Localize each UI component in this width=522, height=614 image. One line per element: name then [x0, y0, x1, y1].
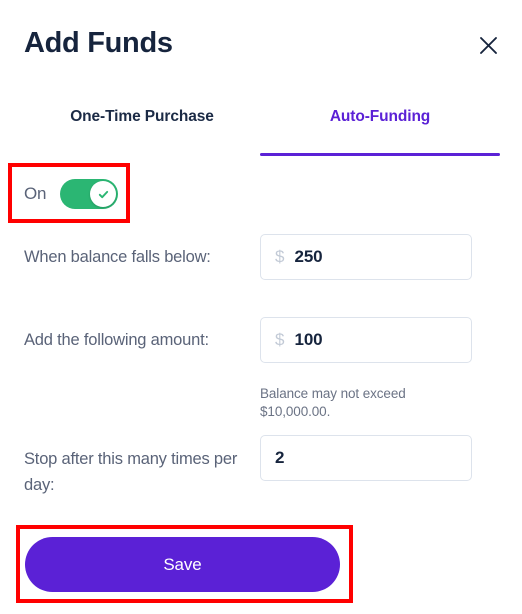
refill-amount-input[interactable]: $ 100 [260, 317, 472, 363]
toggle-knob [90, 181, 117, 207]
currency-symbol-icon: $ [275, 247, 285, 266]
currency-symbol-icon: $ [275, 330, 285, 349]
dialog-header: Add Funds [0, 0, 522, 88]
close-button[interactable] [472, 29, 504, 61]
balance-limit-helper-text: Balance may not exceed $10,000.00. [260, 386, 406, 419]
threshold-amount-value: 250 [294, 247, 323, 266]
label-add-the-following-amount: Add the following amount: [24, 331, 209, 349]
active-tab-indicator [260, 153, 500, 156]
label-stop-after-this-many-times-per-day: Stop after this many times per day: [24, 450, 238, 494]
label-when-balance-falls-below: When balance falls below: [24, 248, 211, 266]
tab-one-time-purchase[interactable]: One-Time Purchase [22, 108, 262, 154]
toggle-state-label: On [24, 184, 47, 203]
max-times-per-day-value: 2 [275, 448, 285, 467]
check-icon [97, 188, 110, 201]
close-icon [479, 36, 498, 55]
threshold-amount-input[interactable]: $ 250 [260, 234, 472, 280]
page-title: Add Funds [24, 27, 173, 59]
auto-funding-toggle-row: On [24, 178, 119, 210]
tab-auto-funding[interactable]: Auto-Funding [260, 108, 500, 154]
tab-bar: One-Time Purchase Auto-Funding [0, 108, 522, 156]
auto-funding-toggle[interactable] [60, 179, 119, 209]
refill-amount-value: 100 [294, 330, 323, 349]
max-times-per-day-input[interactable]: 2 [260, 435, 472, 481]
save-button[interactable]: Save [25, 537, 340, 592]
